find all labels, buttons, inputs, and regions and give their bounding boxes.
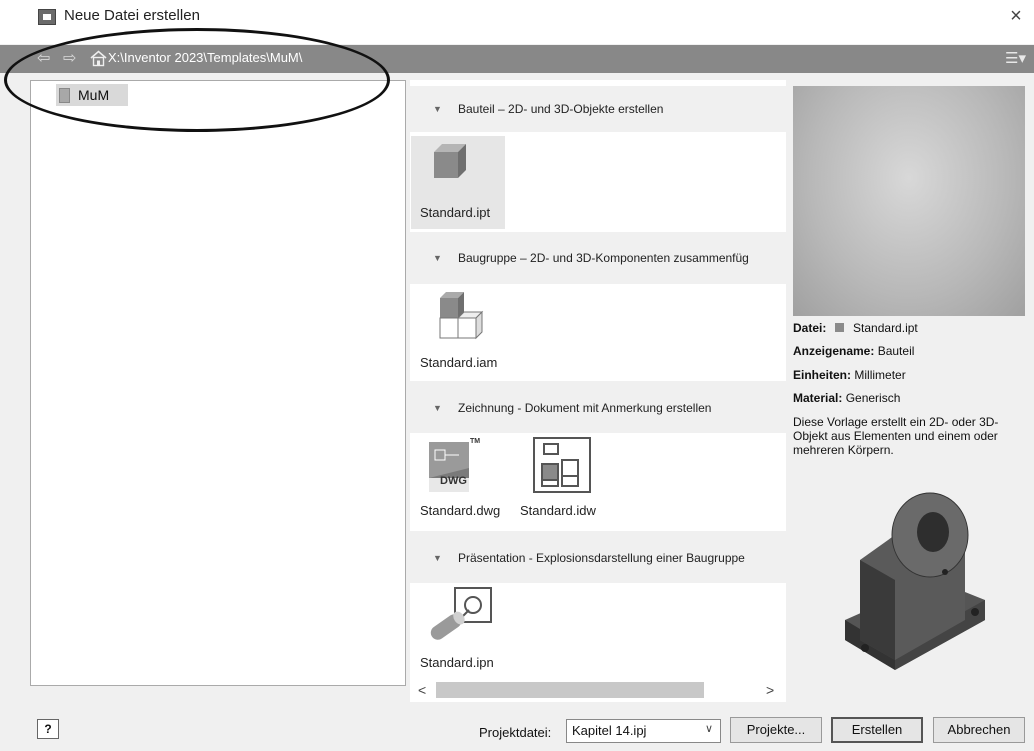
category-title: Präsentation - Explosionsdarstellung ein… [458,551,745,565]
app-icon [38,9,56,25]
erstellen-button[interactable]: Erstellen [831,717,923,743]
scroll-thumb[interactable] [436,682,704,698]
category-title: Baugruppe – 2D- und 3D-Komponenten zusam… [458,251,749,265]
info-value: Generisch [845,391,901,405]
scroll-left-icon[interactable]: < [418,682,426,698]
list-view-icon[interactable]: ☰▾ [1005,50,1031,68]
collapse-arrow-icon[interactable]: ▼ [433,553,442,563]
info-einheiten: Einheiten: Millimeter [793,368,906,382]
template-description: Diese Vorlage erstellt ein 2D- oder 3D-O… [793,415,999,457]
dwg-badge: DWG [440,475,467,487]
window-title: Neue Datei erstellen [64,7,200,24]
projektdatei-select[interactable]: Kapitel 14.ipj [566,719,721,743]
collapse-arrow-icon[interactable]: ▼ [433,403,442,413]
template-label: Standard.iam [420,355,498,370]
template-label: Standard.dwg [420,503,501,518]
info-key: Datei: [793,321,827,335]
assembly-blocks-icon [439,292,484,340]
dwg-drawing-icon [429,442,469,492]
info-value: Millimeter [854,368,906,382]
info-value: Bauteil [877,344,915,358]
part-render-image [845,492,985,670]
info-value: Standard.ipt [853,321,918,335]
info-key: Anzeigename: [793,344,875,358]
trademark-mark: TM [470,438,481,445]
template-label: Standard.idw [520,503,596,518]
projekte-button[interactable]: Projekte... [730,717,822,743]
close-button[interactable]: × [1004,4,1028,28]
info-key: Material: [793,391,843,405]
info-anzeigename: Anzeigename: Bauteil [793,344,914,358]
template-label: Standard.ipt [420,205,491,220]
category-title: Bauteil – 2D- und 3D-Objekte erstellen [458,102,664,116]
presentation-icon [430,587,492,640]
info-key: Einheiten: [793,368,852,382]
category-title: Zeichnung - Dokument mit Anmerkung erste… [458,401,712,415]
template-label: Standard.ipn [420,655,494,670]
projektdatei-label: Projektdatei: [479,725,552,740]
chevron-down-icon[interactable]: ∨ [705,722,713,735]
idw-drawing-icon [533,437,591,493]
scroll-right-icon[interactable]: > [766,682,774,698]
help-button[interactable]: ? [37,719,59,739]
info-material: Material: Generisch [793,391,900,405]
collapse-arrow-icon[interactable]: ▼ [433,253,442,263]
collapse-arrow-icon[interactable]: ▼ [433,104,442,114]
info-datei: Datei: Standard.ipt [793,321,918,335]
annotation-oval [4,28,390,132]
part-cube-small-icon [834,323,844,332]
template-preview-image [793,86,1025,316]
part-cube-icon [434,144,466,178]
folder-tree [30,80,406,686]
abbrechen-button[interactable]: Abbrechen [933,717,1025,743]
